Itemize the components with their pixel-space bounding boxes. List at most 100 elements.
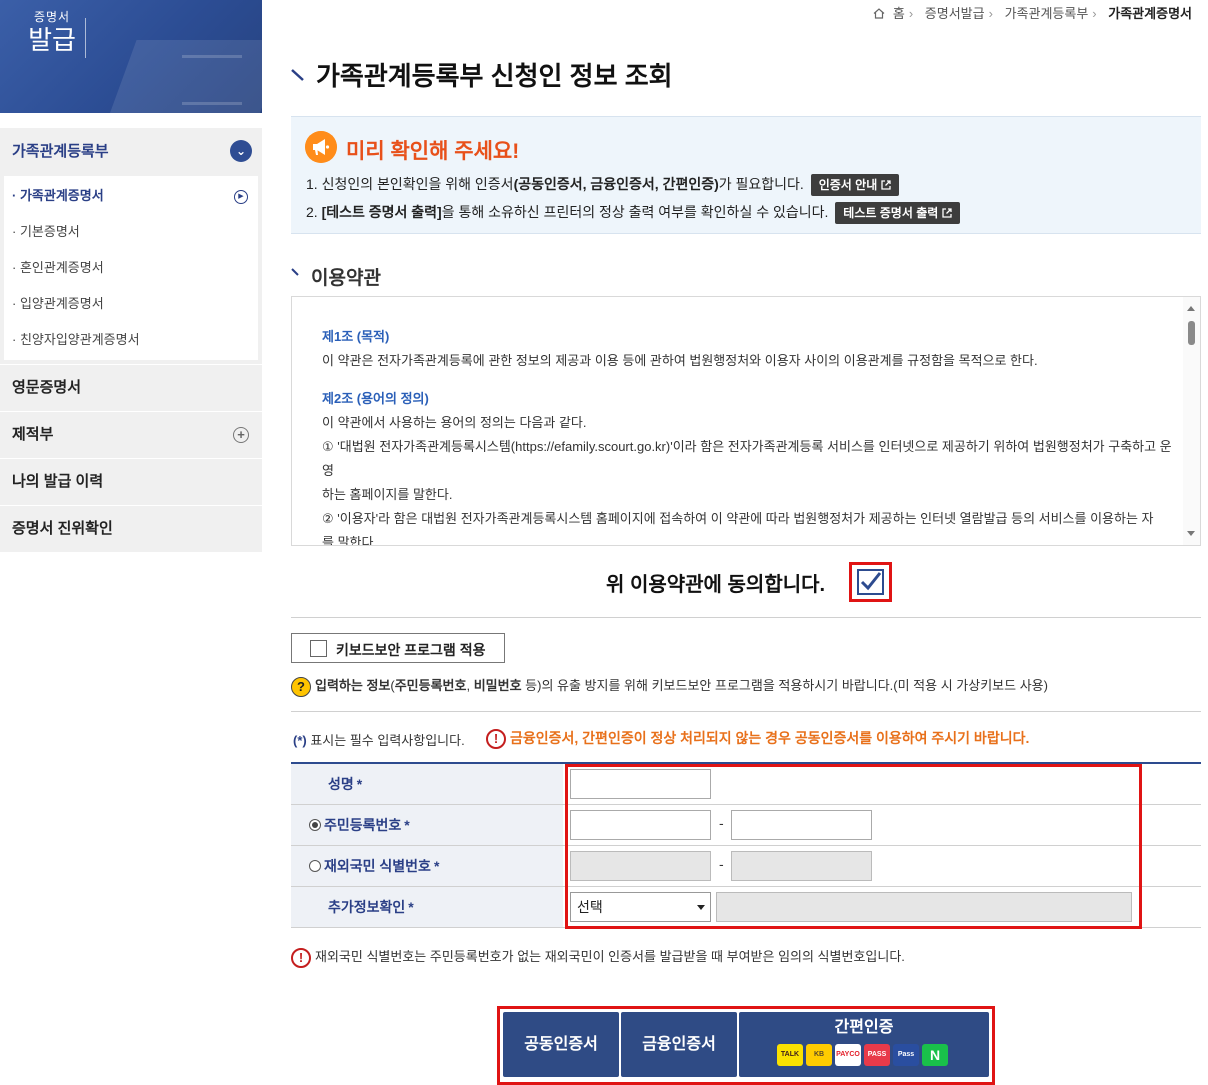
terms-article-2-item-1b: 하는 홈페이지를 말한다. <box>322 487 453 502</box>
sidebar-sub-list: · 가족관계증명서 ▶ · 기본증명서 · 혼인관계증명서 · 입양관계증명서 … <box>4 176 258 360</box>
form-label-text: 주민등록번호 <box>324 817 402 833</box>
banner-books-graphic <box>182 55 242 105</box>
financial-certificate-button[interactable]: 금융인증서 <box>621 1012 737 1077</box>
joint-certificate-button[interactable]: 공동인증서 <box>503 1012 619 1077</box>
sidebar-item-family-relation-cert[interactable]: · 가족관계증명서 ▶ <box>4 178 258 214</box>
terms-scrollbar[interactable] <box>1183 297 1200 545</box>
notice-line-2-bold: [테스트 증명서 출력] <box>321 204 442 220</box>
sidebar-item-marriage-cert[interactable]: · 혼인관계증명서 <box>4 250 258 286</box>
exclamation-icon: ! <box>486 729 506 750</box>
terms-article-2-title: 제2조 (용어의 정의) <box>322 391 429 406</box>
sidebar-group-label: 증명서 진위확인 <box>12 520 113 537</box>
plus-circle-icon[interactable]: + <box>233 427 249 443</box>
megaphone-icon <box>305 131 337 163</box>
keyboard-security-checkbox[interactable] <box>310 640 327 657</box>
scroll-thumb[interactable] <box>1188 321 1195 345</box>
sidebar-item-label: · 입양관계증명서 <box>12 296 104 311</box>
sidebar-group-issue-history[interactable]: 나의 발급 이력 <box>0 459 262 506</box>
pass-logo-icon: PASS <box>864 1044 890 1066</box>
rrn-radio[interactable] <box>309 819 321 831</box>
terms-agree-checkbox[interactable] <box>857 569 884 595</box>
notice-line-2: 2. [테스트 증명서 출력]을 통해 소유하신 프린터의 정상 출력 여부를 … <box>306 202 961 225</box>
keyboard-security-note: ? 입력하는 정보(주민등록번호, 비밀번호 등)의 유출 방지를 위해 키보드보… <box>291 675 1048 697</box>
terms-article-2-intro: 이 약관에서 사용하는 용어의 정의는 다음과 같다. <box>322 415 587 430</box>
test-print-label: 테스트 증명서 출력 <box>843 206 939 221</box>
input-highlight-frame <box>565 764 1142 929</box>
sidebar-item-label: · 기본증명서 <box>12 224 80 239</box>
joint-certificate-label: 공동인증서 <box>524 1036 598 1053</box>
foreign-id-radio[interactable] <box>309 860 321 872</box>
form-label-text: 재외국민 식별번호 <box>324 858 431 874</box>
notice-line-2-suffix: 을 통해 소유하신 프린터의 정상 출력 여부를 확인하실 수 있습니다. <box>441 204 829 220</box>
notice-line-1-bold: (공동인증서, 금융인증서, 간편인증) <box>513 176 719 192</box>
form-label-rrn[interactable]: 주민등록번호 * <box>291 805 563 845</box>
keyboard-security-button[interactable]: 키보드보안 프로그램 적용 <box>291 633 505 663</box>
notice-title: 미리 확인해 주세요! <box>346 140 520 163</box>
question-icon: ? <box>291 676 311 697</box>
sidebar-group-label: 가족관계등록부 <box>12 143 109 160</box>
breadcrumb-issue[interactable]: 증명서발급 <box>925 6 985 21</box>
breadcrumb-family-registry[interactable]: 가족관계등록부 <box>1005 6 1089 21</box>
sidebar-group-family-registry: 가족관계등록부 ⌄ · 가족관계증명서 ▶ · 기본증명서 · 혼인관계증명서 … <box>0 128 262 365</box>
sidebar-group-removed-registry[interactable]: 제적부 + <box>0 412 262 459</box>
sidebar-item-basic-cert[interactable]: · 기본증명서 <box>4 214 258 250</box>
sidebar-group-label: 영문증명서 <box>12 379 82 396</box>
terms-article-1-body: 이 약관은 전자가족관계등록에 관한 정보의 제공과 이용 등에 관하여 법원행… <box>322 353 1038 368</box>
scroll-up-arrow-icon[interactable] <box>1187 306 1195 311</box>
form-label-extra-info: 추가정보확인 * <box>291 887 563 927</box>
home-icon <box>873 8 885 19</box>
naver-logo-icon: N <box>922 1044 948 1066</box>
sidebar-group-head[interactable]: 가족관계등록부 ⌄ <box>0 128 262 176</box>
cert-guide-button[interactable]: 인증서 안내 <box>810 174 900 197</box>
sidebar-group-authenticity-check[interactable]: 증명서 진위확인 <box>0 506 262 553</box>
chevron-down-icon[interactable]: ⌄ <box>230 140 252 162</box>
simple-auth-label: 간편인증 <box>834 1019 894 1036</box>
required-star: * <box>433 858 440 874</box>
terms-gap <box>322 373 1182 387</box>
auth-warning-text: 금융인증서, 간편인증이 정상 처리되지 않는 경우 공동인증서를 이용하여 주… <box>510 730 1030 746</box>
form-label-name: 성명 * <box>291 764 563 804</box>
terms-section-title: 이용약관 <box>311 268 381 289</box>
breadcrumb-current: 가족관계증명서 <box>1108 6 1192 21</box>
required-star: (*) <box>293 733 307 748</box>
external-link-icon <box>942 208 952 218</box>
financial-certificate-label: 금융인증서 <box>642 1036 716 1053</box>
test-print-button[interactable]: 테스트 증명서 출력 <box>835 202 961 225</box>
required-star: * <box>356 776 363 792</box>
simple-auth-provider-logos: TALK KB PAYCO PASS Pass N <box>777 1044 951 1066</box>
terms-scrollbox[interactable]: 제1조 (목적) 이 약관은 전자가족관계등록에 관한 정보의 제공과 이용 등… <box>291 296 1201 546</box>
required-note: (*) 표시는 필수 입력사항입니다. <box>293 730 465 749</box>
sidebar-item-full-adoption-cert[interactable]: · 친양자입양관계증명서 <box>4 322 258 358</box>
notice-line-1-prefix: 1. 신청인의 본인확인을 위해 인증서 <box>306 176 514 192</box>
note-comma: , <box>466 678 474 693</box>
sidebar-item-label: · 친양자입양관계증명서 <box>12 332 140 347</box>
simple-auth-button[interactable]: 간편인증 TALK KB PAYCO PASS Pass N <box>739 1012 989 1077</box>
title-mark-icon <box>291 69 304 81</box>
notice-box: 미리 확인해 주세요! 1. 신청인의 본인확인을 위해 인증서(공동인증서, … <box>291 116 1201 234</box>
breadcrumb-separator: › <box>988 6 993 21</box>
required-note-text: 표시는 필수 입력사항입니다. <box>306 733 465 748</box>
divider <box>291 617 1201 618</box>
terms-article-2-item-2a: ② '이용자'라 함은 대법원 전자가족관계등록시스템 홈페이지에 접속하여 이… <box>322 511 1154 526</box>
sidebar-item-adoption-cert[interactable]: · 입양관계증명서 <box>4 286 258 322</box>
auth-warning: ! 금융인증서, 간편인증이 정상 처리되지 않는 경우 공동인증서를 이용하여 … <box>486 728 1030 750</box>
form-label-foreign-id[interactable]: 재외국민 식별번호 * <box>291 846 563 886</box>
kb-logo-icon: KB <box>806 1044 832 1066</box>
note-rest: 등)의 유출 방지를 위해 키보드보안 프로그램을 적용하시기 바랍니다.(미 … <box>521 678 1048 693</box>
samsung-pass-logo-icon: Pass <box>893 1044 919 1066</box>
terms-article-2-item-2b: 를 말한다. <box>322 535 378 546</box>
notice-line-2-prefix: 2. <box>306 204 322 220</box>
banner-title-line2: 발급 <box>28 26 76 56</box>
page-title: 가족관계등록부 신청인 정보 조회 <box>316 61 673 91</box>
breadcrumb-separator: › <box>1092 6 1097 21</box>
sidebar-item-label: · 혼인관계증명서 <box>12 260 104 275</box>
payco-logo-icon: PAYCO <box>835 1044 861 1066</box>
breadcrumb-home[interactable]: 홈 <box>893 6 905 21</box>
terms-agree-label: 위 이용약관에 동의합니다. <box>606 574 826 596</box>
sidebar-group-english-cert[interactable]: 영문증명서 <box>0 365 262 412</box>
terms-article-2-item-1a: ① '대법원 전자가족관계등록시스템(https://efamily.scour… <box>322 439 1172 478</box>
cert-guide-label: 인증서 안내 <box>818 178 878 193</box>
external-link-icon <box>881 180 891 190</box>
exclamation-icon: ! <box>291 947 311 968</box>
scroll-down-arrow-icon[interactable] <box>1187 531 1195 536</box>
